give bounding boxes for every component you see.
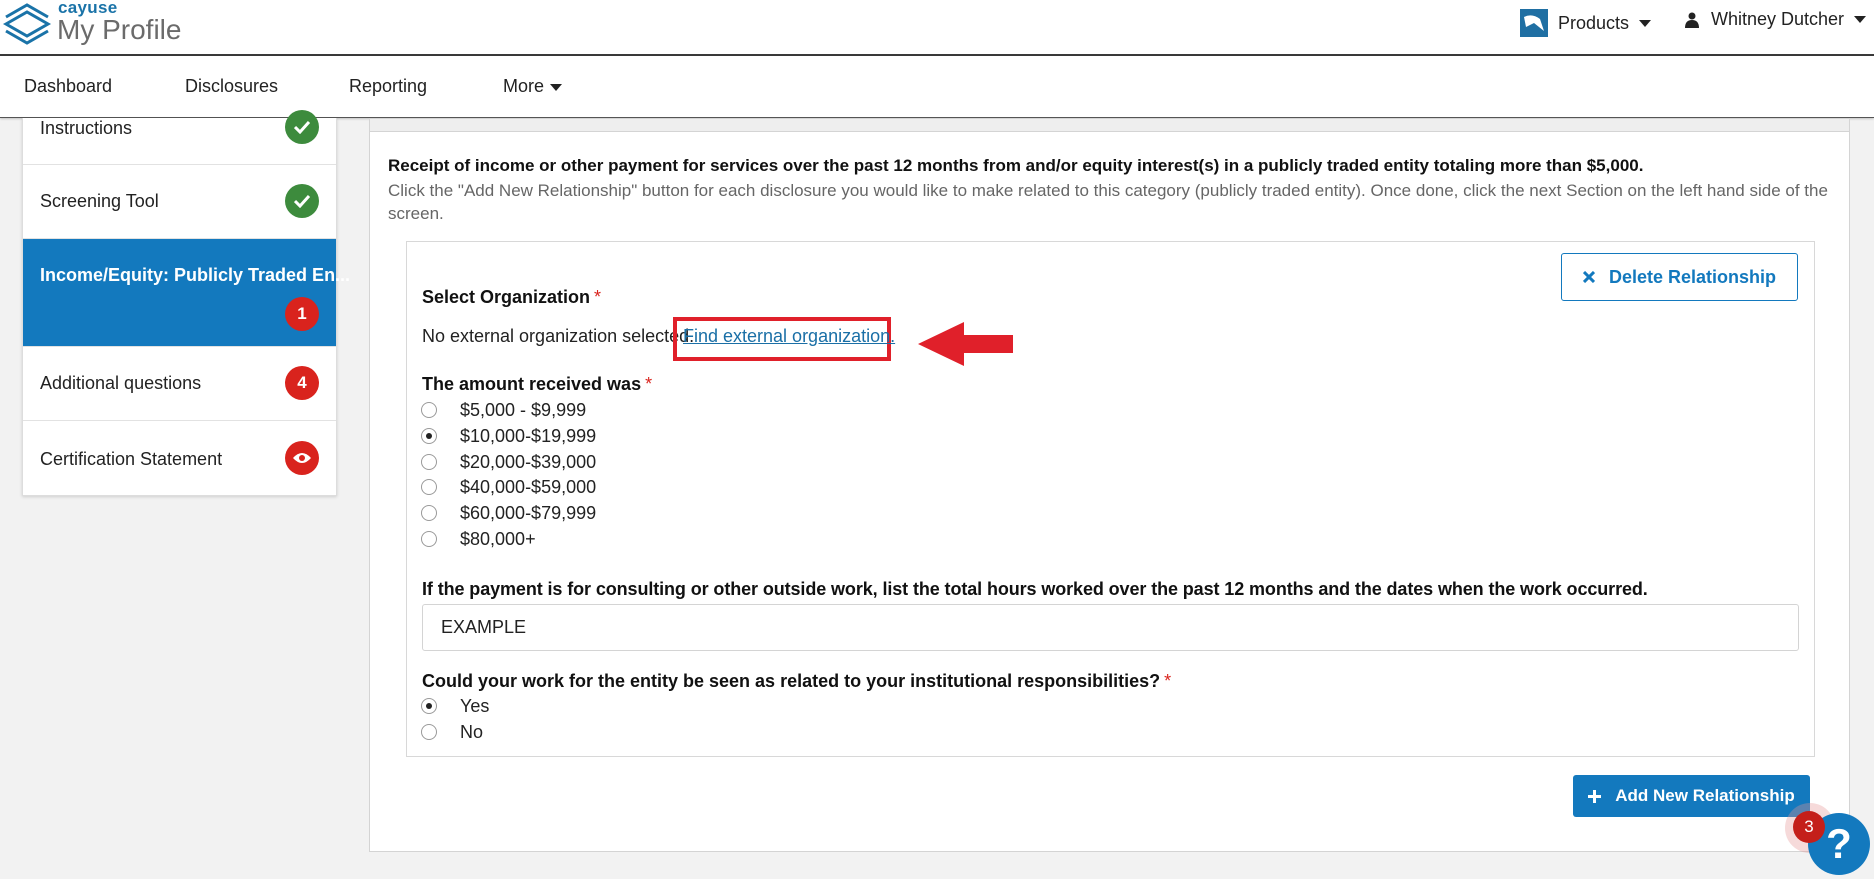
sidebar-item-income-equity[interactable]: Income/Equity: Publicly Traded En... 1 — [23, 239, 350, 347]
amount-option[interactable]: $10,000-$19,999 — [421, 425, 596, 447]
no-organization-text: No external organization selected. — [422, 326, 695, 346]
radio-label: $80,000+ — [460, 529, 536, 549]
required-mark: * — [1164, 671, 1172, 691]
select-organization-label: Select Organization * — [422, 287, 601, 308]
user-menu[interactable]: Whitney Dutcher — [1685, 9, 1867, 30]
notification-count-badge: 3 — [1793, 811, 1825, 843]
radio-label: Yes — [460, 696, 490, 716]
nav-disclosures[interactable]: Disclosures — [185, 76, 278, 97]
products-label: Products — [1558, 12, 1630, 33]
sidebar-item-instructions[interactable]: Instructions — [23, 110, 336, 165]
sidebar-item-label: Income/Equity: Publicly Traded En... — [40, 265, 351, 285]
find-external-organization-link[interactable]: Find external organization. — [683, 326, 895, 347]
page-title: My Profile — [57, 14, 182, 45]
required-mark: * — [594, 287, 602, 307]
radio-label: $10,000-$19,999 — [460, 426, 597, 446]
chevron-down-icon — [1639, 19, 1652, 27]
add-new-relationship-button[interactable]: Add New Relationship — [1573, 775, 1810, 817]
amount-option[interactable]: $5,000 - $9,999 — [421, 399, 586, 421]
chevron-down-icon — [550, 83, 563, 91]
nav-more[interactable]: More — [503, 76, 563, 97]
question-mark-icon: ? — [1826, 820, 1852, 867]
check-icon — [285, 184, 319, 218]
amount-option[interactable]: $40,000-$59,000 — [421, 476, 596, 498]
required-mark: * — [645, 374, 653, 394]
user-icon — [1685, 12, 1699, 28]
radio-label: No — [460, 722, 484, 742]
sidebar-item-certification[interactable]: Certification Statement — [23, 421, 336, 496]
cayuse-logo-icon — [2, 3, 52, 45]
related-option[interactable]: No — [421, 721, 483, 743]
amount-option[interactable]: $20,000-$39,000 — [421, 451, 596, 473]
radio-label: $20,000-$39,000 — [460, 452, 597, 472]
top-header: cayuse My Profile Products Whitney Dutch… — [0, 0, 1874, 56]
radio-button[interactable] — [421, 724, 437, 740]
sidebar-item-label: Certification Statement — [40, 449, 223, 469]
sidebar-item-label: Instructions — [40, 118, 133, 138]
annotation-arrow-icon — [918, 322, 1013, 366]
nav-dashboard[interactable]: Dashboard — [24, 76, 112, 97]
delete-relationship-label: Delete Relationship — [1608, 266, 1777, 287]
radio-label: $40,000-$59,000 — [460, 477, 597, 497]
amount-option[interactable]: $60,000-$79,999 — [421, 502, 596, 524]
amount-option[interactable]: $80,000+ — [421, 528, 536, 550]
add-new-relationship-label: Add New Relationship — [1615, 786, 1795, 805]
sidebar-item-label: Screening Tool — [40, 191, 159, 211]
plus-icon — [1588, 789, 1602, 803]
section-sidebar: Instructions Screening Tool Income/Equit… — [22, 110, 350, 496]
institutional-responsibilities-label: Could your work for the entity be seen a… — [422, 671, 1171, 692]
amount-received-text: The amount received was — [422, 374, 642, 394]
relationship-card: Delete Relationship Select Organization *… — [406, 241, 1815, 757]
nav-more-label: More — [503, 76, 545, 96]
products-menu[interactable]: Products — [1520, 9, 1652, 37]
panel-header-strip — [370, 119, 1849, 132]
sidebar-item-screening-tool[interactable]: Screening Tool — [23, 165, 336, 239]
radio-label: $60,000-$79,999 — [460, 503, 597, 523]
delete-relationship-button[interactable]: Delete Relationship — [1561, 253, 1798, 301]
radio-label: $5,000 - $9,999 — [460, 400, 587, 420]
amount-received-label: The amount received was * — [422, 374, 652, 395]
chevron-down-icon — [1854, 16, 1867, 23]
institutional-responsibilities-text: Could your work for the entity be seen a… — [422, 671, 1161, 691]
sidebar-item-additional-questions[interactable]: Additional questions 4 — [23, 347, 336, 421]
radio-button-selected[interactable] — [421, 428, 437, 444]
close-icon — [1582, 271, 1595, 283]
related-option[interactable]: Yes — [421, 695, 489, 717]
radio-button[interactable] — [421, 454, 437, 470]
radio-button[interactable] — [421, 505, 437, 521]
radio-button[interactable] — [421, 531, 437, 547]
products-icon — [1520, 9, 1548, 37]
radio-button-selected[interactable] — [421, 698, 437, 714]
main-panel: Receipt of income or other payment for s… — [369, 118, 1850, 852]
check-icon — [285, 110, 319, 144]
main-nav: Dashboard Disclosures Reporting More — [0, 56, 1874, 118]
consulting-hours-label: If the payment is for consulting or othe… — [422, 579, 1648, 599]
user-name: Whitney Dutcher — [1711, 9, 1845, 29]
sidebar-item-label: Additional questions — [40, 373, 202, 393]
count-badge: 1 — [285, 297, 319, 331]
select-organization-text: Select Organization — [422, 287, 591, 307]
section-heading: Receipt of income or other payment for s… — [388, 156, 1644, 175]
count-badge: 4 — [285, 366, 319, 400]
eye-icon — [285, 441, 319, 475]
radio-button[interactable] — [421, 402, 437, 418]
nav-reporting[interactable]: Reporting — [349, 76, 427, 97]
radio-button[interactable] — [421, 479, 437, 495]
consulting-hours-input[interactable]: EXAMPLE — [422, 604, 1799, 651]
section-instructions: Click the "Add New Relationship" button … — [388, 181, 1828, 223]
